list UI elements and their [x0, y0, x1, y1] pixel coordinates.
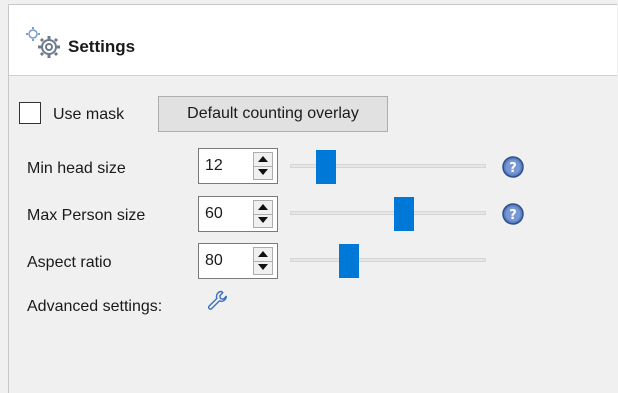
aspect-ratio-label: Aspect ratio [27, 254, 112, 271]
min-head-size-label: Min head size [27, 160, 126, 177]
max-person-size-label: Max Person size [27, 207, 146, 224]
aspect-ratio-slider-thumb[interactable] [339, 244, 360, 278]
increment-arrow-icon[interactable] [254, 248, 272, 262]
increment-arrow-icon[interactable] [254, 201, 272, 215]
max-person-size-spinbox[interactable]: 60 [198, 196, 278, 232]
default-counting-overlay-button[interactable]: Default counting overlay [158, 96, 388, 132]
spinner-arrows [253, 247, 273, 275]
aspect-ratio-spinbox[interactable]: 80 [198, 243, 278, 279]
increment-arrow-icon[interactable] [254, 153, 272, 167]
decrement-arrow-icon[interactable] [254, 166, 272, 179]
svg-text:?: ? [509, 161, 517, 176]
aspect-ratio-slider-track[interactable] [290, 258, 486, 262]
settings-header: Settings [9, 5, 617, 76]
aspect-ratio-value[interactable]: 80 [205, 252, 223, 270]
max-person-size-slider-track[interactable] [290, 211, 486, 215]
help-icon[interactable]: ? [501, 202, 525, 226]
wrench-icon[interactable] [206, 289, 228, 311]
min-head-size-spinbox[interactable]: 12 [198, 148, 278, 184]
max-person-size-value[interactable]: 60 [205, 205, 223, 223]
svg-text:?: ? [509, 208, 517, 223]
min-head-size-value[interactable]: 12 [205, 157, 223, 175]
advanced-settings-label: Advanced settings: [27, 298, 163, 315]
use-mask-label: Use mask [53, 106, 125, 123]
spinner-arrows [253, 200, 273, 228]
min-head-size-slider-thumb[interactable] [316, 150, 337, 184]
gear-icon [26, 27, 60, 58]
decrement-arrow-icon[interactable] [254, 214, 272, 227]
max-person-size-slider-thumb[interactable] [393, 197, 414, 231]
spinner-arrows [253, 152, 273, 180]
settings-panel: Settings [8, 4, 617, 393]
decrement-arrow-icon[interactable] [254, 261, 272, 274]
page-title: Settings [68, 37, 136, 56]
help-icon[interactable]: ? [501, 155, 525, 179]
use-mask-checkbox[interactable] [19, 102, 41, 124]
